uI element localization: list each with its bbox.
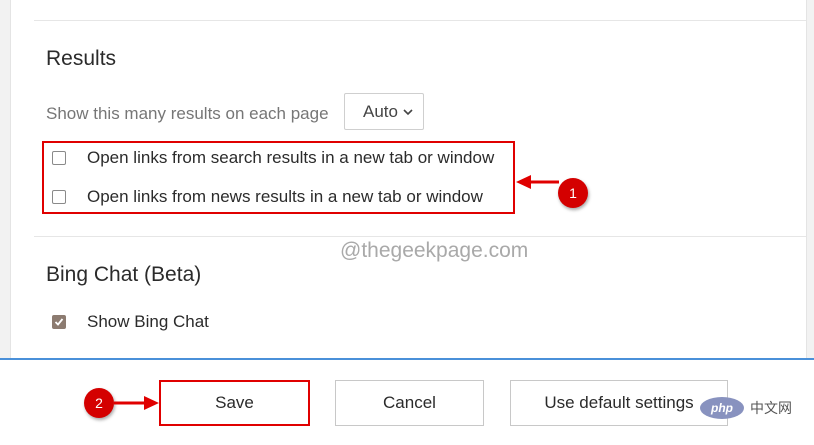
use-default-settings-button[interactable]: Use default settings [510,380,728,426]
right-panel-edge [806,0,814,360]
section-divider [34,236,806,237]
annotation-arrow-2-icon [114,396,159,410]
bing-chat-heading: Bing Chat (Beta) [46,263,202,286]
annotation-step-1-badge: 1 [558,178,588,208]
save-button[interactable]: Save [159,380,310,426]
results-per-page-select[interactable]: Auto [344,93,424,130]
php-logo-mark: php [700,397,744,419]
show-bing-chat-label: Show Bing Chat [87,312,209,331]
php-logo-text: 中文网 [750,400,792,416]
chevron-down-icon [403,108,413,115]
annotation-step-2-badge: 2 [84,388,114,418]
show-bing-chat-checkbox[interactable] [52,315,66,329]
watermark-text: @thegeekpage.com [340,239,529,262]
checkmark-icon [54,318,64,326]
annotation-arrow-1-icon [516,175,559,189]
cancel-button[interactable]: Cancel [335,380,484,426]
php-site-logo: php 中文网 [700,397,810,419]
top-divider [34,20,806,21]
left-panel-edge [0,0,11,360]
results-per-page-value: Auto [363,101,398,121]
results-per-page-label: Show this many results on each page [46,104,329,123]
results-heading: Results [46,47,117,70]
annotation-highlight-box-1 [42,141,515,214]
